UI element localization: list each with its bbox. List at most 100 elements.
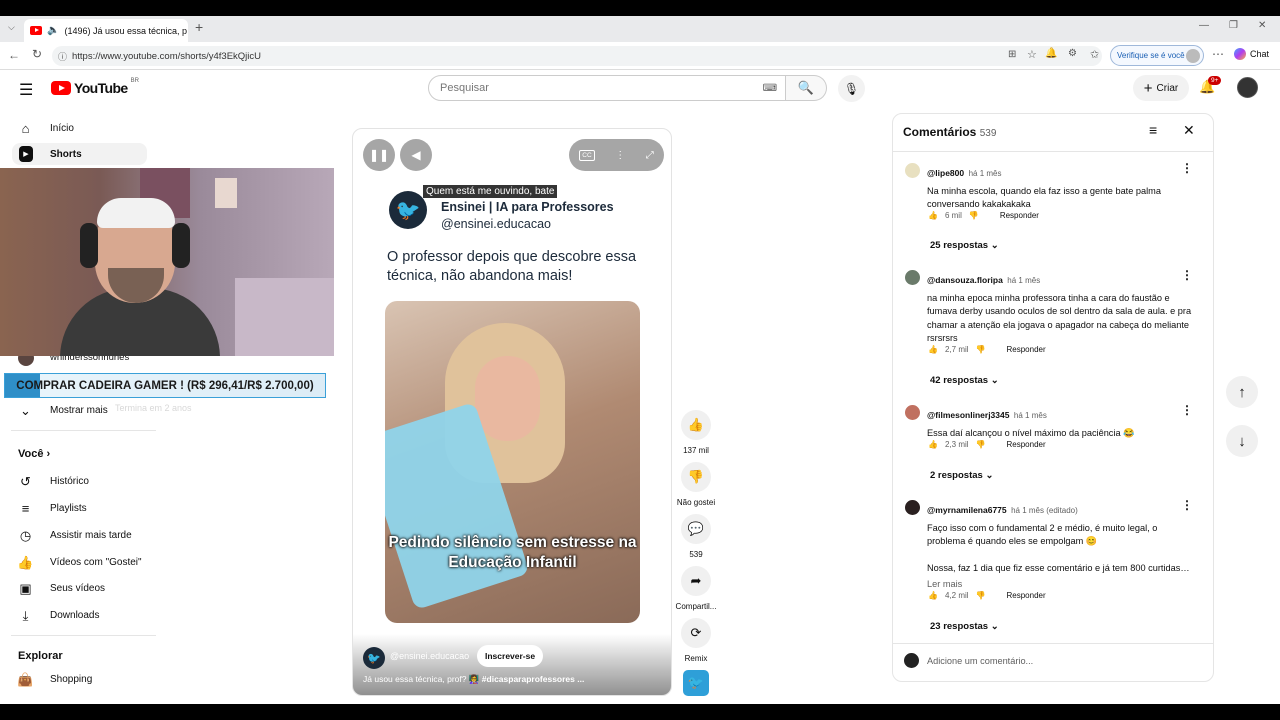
- copilot-chat-button[interactable]: Chat: [1234, 48, 1269, 60]
- replies-toggle[interactable]: 2 respostas ⌄: [930, 470, 993, 481]
- speaker-icon[interactable]: 🔈: [47, 25, 59, 36]
- comment-author[interactable]: @myrnamilena6775: [927, 505, 1007, 515]
- comment-menu-icon[interactable]: ⋮: [1181, 161, 1193, 175]
- tab-list-chevron-icon[interactable]: ⌵: [8, 22, 15, 33]
- sidebar-item-downloads[interactable]: ⤓ Downloads: [18, 608, 100, 623]
- comment-author[interactable]: @lipe800: [927, 168, 964, 178]
- shorts-video-player[interactable]: ❚❚ ◀ CC ⋮ ⤢ Quem está me ouvindo, bate 🐦…: [352, 128, 672, 696]
- commenter-avatar[interactable]: [905, 163, 920, 178]
- search-input[interactable]: Pesquisar ⌨: [428, 75, 786, 101]
- favorites-icon[interactable]: ✩: [1090, 48, 1099, 61]
- app-available-icon[interactable]: ⊞: [1008, 49, 1016, 60]
- comment-menu-icon[interactable]: ⋮: [1181, 268, 1193, 282]
- share-button[interactable]: ➦: [681, 566, 711, 596]
- sidebar-item-playlists[interactable]: ≡ Playlists: [18, 501, 87, 516]
- sidebar-item-your-videos[interactable]: ▣ Seus vídeos: [18, 581, 105, 596]
- sidebar-item-watch-later[interactable]: ◷ Assistir mais tarde: [18, 528, 132, 543]
- channel-name[interactable]: @ensinei.educacao: [390, 651, 469, 661]
- audio-source-thumbnail[interactable]: 🐦: [683, 670, 709, 696]
- minimize-icon[interactable]: —: [1199, 20, 1209, 31]
- close-window-icon[interactable]: ✕: [1258, 20, 1266, 31]
- dislike-icon[interactable]: 👎: [976, 345, 986, 354]
- comment-time[interactable]: há 1 mês (editado): [1011, 506, 1078, 515]
- profile-verify-button[interactable]: Verifique se é você: [1110, 45, 1204, 66]
- search-button[interactable]: 🔍: [786, 75, 827, 101]
- account-avatar[interactable]: [1237, 77, 1258, 98]
- video-overlay-text: Pedindo silêncio sem estresse na Educaçã…: [388, 534, 637, 571]
- sidebar-item-shorts[interactable]: ▶ Shorts: [12, 143, 147, 165]
- back-icon[interactable]: ←: [8, 48, 20, 62]
- reply-button[interactable]: Responder: [1007, 591, 1046, 600]
- comment-author[interactable]: @filmesonlinerj3345: [927, 410, 1009, 420]
- url-field[interactable]: ⓘ https://www.youtube.com/shorts/y4f3EkQ…: [52, 46, 1102, 66]
- previous-short-button[interactable]: ↑: [1226, 376, 1258, 408]
- replies-toggle[interactable]: 42 respostas ⌄: [930, 375, 999, 386]
- hashtag[interactable]: #dicasparaprofessores ...: [482, 674, 585, 684]
- close-icon[interactable]: ✕: [1183, 122, 1195, 139]
- reply-button[interactable]: Responder: [1000, 211, 1039, 220]
- comments-title: Comentários: [903, 125, 977, 139]
- like-icon[interactable]: 👍: [928, 591, 938, 600]
- like-button[interactable]: 👍: [681, 410, 711, 440]
- voice-search-button[interactable]: 🎙: [838, 75, 865, 102]
- fullscreen-icon[interactable]: ⤢: [646, 150, 654, 161]
- comment-time[interactable]: há 1 mês: [969, 169, 1002, 178]
- dislike-icon[interactable]: 👎: [969, 211, 979, 220]
- like-icon[interactable]: 👍: [928, 211, 938, 220]
- sidebar-item-shopping[interactable]: 👜 Shopping: [17, 672, 92, 687]
- dislike-button[interactable]: 👎: [681, 462, 711, 492]
- reply-button[interactable]: Responder: [1007, 345, 1046, 354]
- channel-avatar[interactable]: 🐦: [363, 647, 385, 669]
- bell-extension-icon[interactable]: 🔔: [1045, 48, 1057, 59]
- comment-author[interactable]: @dansouza.floripa: [927, 275, 1003, 285]
- sidebar-divider: [11, 635, 156, 636]
- mute-button[interactable]: ◀: [400, 139, 432, 171]
- captions-icon[interactable]: CC: [579, 149, 595, 161]
- comments-header: Comentários 539: [903, 125, 996, 139]
- subscribe-button[interactable]: Inscrever-se: [477, 645, 544, 667]
- sidebar-item-history[interactable]: ↺ Histórico: [18, 474, 89, 489]
- next-short-button[interactable]: ↓: [1226, 425, 1258, 457]
- comments-button[interactable]: 💬: [681, 514, 711, 544]
- browser-menu-icon[interactable]: ⋯: [1212, 47, 1224, 61]
- pause-button[interactable]: ❚❚: [363, 139, 395, 171]
- notifications-button[interactable]: 🔔 9+: [1199, 76, 1222, 95]
- add-comment-input[interactable]: Adicione um comentário...: [927, 656, 1033, 666]
- hamburger-menu-icon[interactable]: ☰: [19, 80, 33, 100]
- dislike-icon[interactable]: 👎: [976, 440, 986, 449]
- site-info-icon[interactable]: ⓘ: [58, 50, 67, 63]
- sidebar-item-liked-videos[interactable]: 👍 Vídeos com "Gostei": [17, 555, 141, 570]
- comment-time[interactable]: há 1 mês: [1014, 411, 1047, 420]
- comment-menu-icon[interactable]: ⋮: [1181, 498, 1193, 512]
- replies-label: 25 respostas: [930, 240, 989, 251]
- replies-toggle[interactable]: 23 respostas ⌄: [930, 621, 999, 632]
- remix-button[interactable]: ⟳: [681, 618, 711, 648]
- extensions-icon[interactable]: ⚙: [1068, 48, 1077, 59]
- replies-toggle[interactable]: 25 respostas ⌄: [930, 240, 999, 251]
- restore-icon[interactable]: ❐: [1229, 20, 1238, 31]
- reply-button[interactable]: Responder: [1007, 440, 1046, 449]
- comment-menu-icon[interactable]: ⋮: [1181, 403, 1193, 417]
- video-description[interactable]: Já usou essa técnica, prof? 👩‍🏫 #dicaspa…: [363, 674, 663, 685]
- dislike-icon[interactable]: 👎: [976, 591, 986, 600]
- commenter-avatar[interactable]: [905, 270, 920, 285]
- favorite-star-icon[interactable]: ☆: [1027, 48, 1037, 61]
- like-icon[interactable]: 👍: [928, 440, 938, 449]
- read-more-link[interactable]: Ler mais: [927, 579, 1192, 589]
- create-button[interactable]: + Criar: [1133, 75, 1189, 101]
- youtube-logo[interactable]: YouTube BR: [51, 78, 139, 96]
- video-headline: O professor depois que descobre essa téc…: [387, 249, 637, 284]
- sidebar-item-home[interactable]: ⌂ Início: [18, 121, 74, 136]
- new-tab-icon[interactable]: +: [195, 19, 203, 35]
- sidebar-show-more[interactable]: ⌄ Mostrar mais: [18, 403, 108, 418]
- commenter-avatar[interactable]: [905, 405, 920, 420]
- like-icon[interactable]: 👍: [928, 345, 938, 354]
- commenter-avatar[interactable]: [905, 500, 920, 515]
- sidebar-you-heading[interactable]: Você ›: [18, 448, 50, 460]
- keyboard-icon[interactable]: ⌨: [763, 83, 777, 94]
- browser-tab[interactable]: 🔈 (1496) Já usou essa técnica, p ✕: [24, 19, 188, 42]
- comment-time[interactable]: há 1 mês: [1007, 276, 1040, 285]
- reload-icon[interactable]: ↻: [32, 47, 42, 61]
- more-options-icon[interactable]: ⋮: [615, 150, 625, 161]
- sort-icon[interactable]: ≡: [1149, 122, 1157, 138]
